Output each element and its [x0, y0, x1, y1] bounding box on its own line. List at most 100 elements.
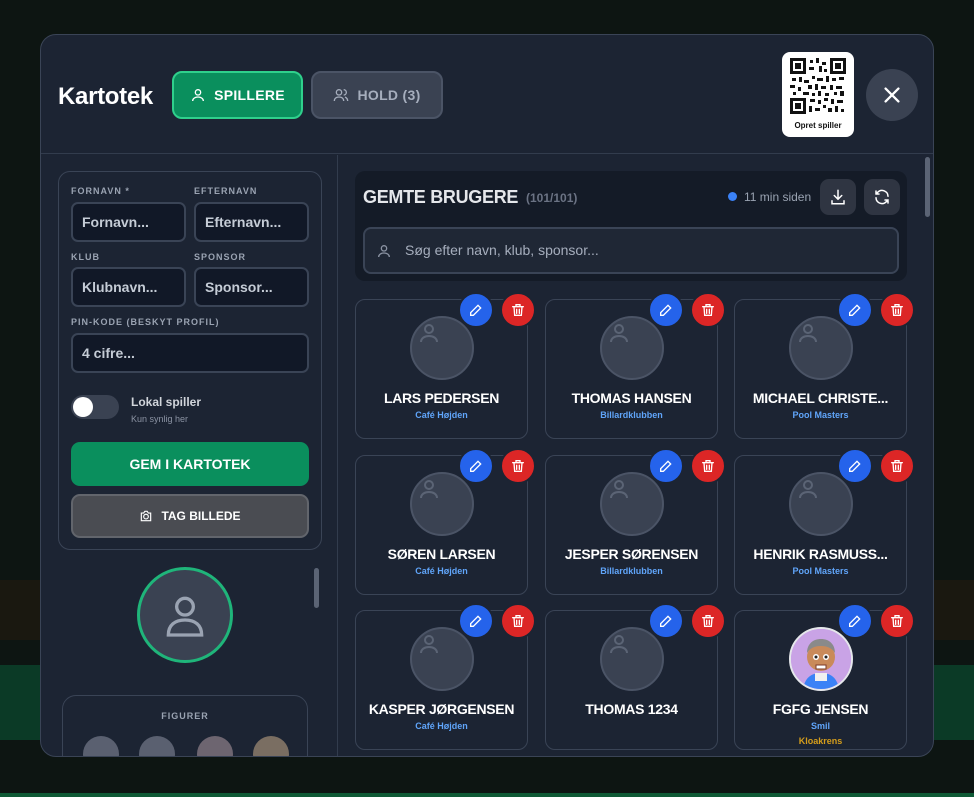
player-name: FGFG JENSEN	[772, 701, 869, 717]
edit-button[interactable]	[458, 603, 494, 639]
edit-button[interactable]	[648, 292, 684, 328]
figures-label: FIGURER	[161, 711, 209, 721]
last-name-input[interactable]: Efternavn...	[194, 202, 309, 242]
player-avatar	[789, 627, 853, 691]
player-name: KASPER JØRGENSEN	[368, 701, 515, 717]
delete-button[interactable]	[500, 292, 536, 328]
edit-button[interactable]	[837, 603, 873, 639]
field-label: FORNAVN *	[71, 186, 130, 196]
figure-option[interactable]	[139, 736, 175, 756]
delete-button[interactable]	[690, 603, 726, 639]
close-button[interactable]	[866, 69, 918, 121]
take-photo-button[interactable]: TAG BILLEDE	[71, 494, 309, 538]
scrollbar[interactable]	[925, 157, 930, 217]
player-avatar-placeholder	[600, 316, 664, 380]
first-name-input[interactable]: Fornavn...	[71, 202, 186, 242]
player-club: Pool Masters	[792, 566, 849, 576]
search-field[interactable]: Søg efter navn, klub, sponsor...	[363, 227, 899, 274]
trash-icon	[891, 615, 903, 627]
trash-icon	[511, 460, 524, 472]
saved-users-count: (101/101)	[526, 191, 578, 205]
download-icon	[831, 189, 845, 205]
player-form: FORNAVN * EFTERNAVN Fornavn... Efternavn…	[58, 171, 322, 550]
figure-option[interactable]	[253, 736, 289, 756]
edit-button[interactable]	[837, 448, 873, 484]
player-card[interactable]: LARS PEDERSEN Café Højden	[355, 292, 536, 439]
player-card[interactable]: MICHAEL CHRISTE... Pool Masters	[734, 292, 915, 439]
edit-button[interactable]	[458, 292, 494, 328]
player-name: MICHAEL CHRISTE...	[752, 390, 889, 406]
pencil-icon	[660, 615, 672, 627]
user-icon	[799, 324, 817, 343]
figures-panel: FIGURER	[62, 695, 308, 756]
user-icon	[610, 635, 628, 654]
edit-button[interactable]	[837, 292, 873, 328]
player-name: HENRIK RASMUSS...	[753, 546, 888, 562]
player-name: THOMAS HANSEN	[571, 390, 692, 406]
user-icon	[420, 635, 438, 654]
download-button[interactable]	[820, 179, 856, 215]
user-icon	[420, 324, 438, 343]
save-button[interactable]: GEM I KARTOTEK	[71, 442, 309, 486]
field-label: SPONSOR	[194, 252, 247, 262]
player-card[interactable]: SØREN LARSEN Café Højden	[355, 448, 536, 595]
trash-icon	[511, 304, 524, 316]
player-sponsor: Kloakrens	[798, 736, 843, 746]
delete-button[interactable]	[879, 292, 915, 328]
trash-icon	[891, 304, 903, 316]
player-club: Pool Masters	[792, 410, 849, 420]
figure-option[interactable]	[197, 736, 233, 756]
tab-label: HOLD (3)	[357, 87, 421, 103]
player-card[interactable]: HENRIK RASMUSS... Pool Masters	[734, 448, 915, 595]
delete-button[interactable]	[500, 448, 536, 484]
trash-icon	[511, 615, 524, 627]
edit-button[interactable]	[458, 448, 494, 484]
delete-button[interactable]	[690, 292, 726, 328]
edit-button[interactable]	[648, 448, 684, 484]
user-icon	[378, 245, 390, 258]
player-club: Café Højden	[415, 721, 468, 731]
refresh-button[interactable]	[864, 179, 900, 215]
character-avatar-icon	[791, 629, 851, 689]
qr-code-icon	[790, 58, 846, 114]
player-name: JESPER SØRENSEN	[564, 546, 699, 562]
edit-button[interactable]	[648, 603, 684, 639]
delete-button[interactable]	[690, 448, 726, 484]
toggle-sublabel: Kun synlig her	[131, 414, 189, 424]
pin-input[interactable]: 4 cifre...	[71, 333, 309, 373]
user-icon	[420, 480, 438, 499]
pencil-icon	[470, 304, 482, 316]
qr-code[interactable]: Opret spiller	[782, 52, 854, 137]
tab-teams[interactable]: HOLD (3)	[311, 71, 443, 119]
player-card[interactable]: KASPER JØRGENSEN Café Højden	[355, 603, 536, 750]
modal-header: Kartotek SPILLERE HOLD (3) Opret spiller	[41, 35, 933, 154]
trash-icon	[891, 460, 903, 472]
player-card[interactable]: FGFG JENSEN Smil Kloakrens	[734, 603, 915, 750]
delete-button[interactable]	[879, 603, 915, 639]
figure-option[interactable]	[83, 736, 119, 756]
backdrop-strip	[0, 793, 974, 797]
saved-users-panel: GEMTE BRUGERE (101/101) 11 min siden Søg…	[339, 155, 933, 756]
sponsor-input[interactable]: Sponsor...	[194, 267, 309, 307]
delete-button[interactable]	[879, 448, 915, 484]
scrollbar[interactable]	[314, 568, 319, 608]
player-club: Billardklubben	[600, 410, 663, 420]
player-avatar-placeholder	[600, 472, 664, 536]
field-label: PIN-KODE (BESKYT PROFIL)	[71, 317, 220, 327]
player-avatar-placeholder	[410, 472, 474, 536]
player-avatar-placeholder	[410, 316, 474, 380]
local-player-toggle[interactable]	[71, 395, 119, 419]
delete-button[interactable]	[500, 603, 536, 639]
club-input[interactable]: Klubnavn...	[71, 267, 186, 307]
player-card[interactable]: JESPER SØRENSEN Billardklubben	[545, 448, 726, 595]
player-card[interactable]: THOMAS 1234	[545, 603, 726, 750]
player-avatar-placeholder	[410, 627, 474, 691]
kartotek-modal: Kartotek SPILLERE HOLD (3) Opret spiller…	[40, 34, 934, 757]
tab-players[interactable]: SPILLERE	[172, 71, 303, 119]
profile-avatar[interactable]	[137, 567, 233, 663]
player-name: LARS PEDERSEN	[383, 390, 500, 406]
modal-title: Kartotek	[58, 83, 153, 110]
player-card[interactable]: THOMAS HANSEN Billardklubben	[545, 292, 726, 439]
take-photo-label: TAG BILLEDE	[161, 509, 241, 523]
search-placeholder: Søg efter navn, klub, sponsor...	[405, 242, 599, 258]
